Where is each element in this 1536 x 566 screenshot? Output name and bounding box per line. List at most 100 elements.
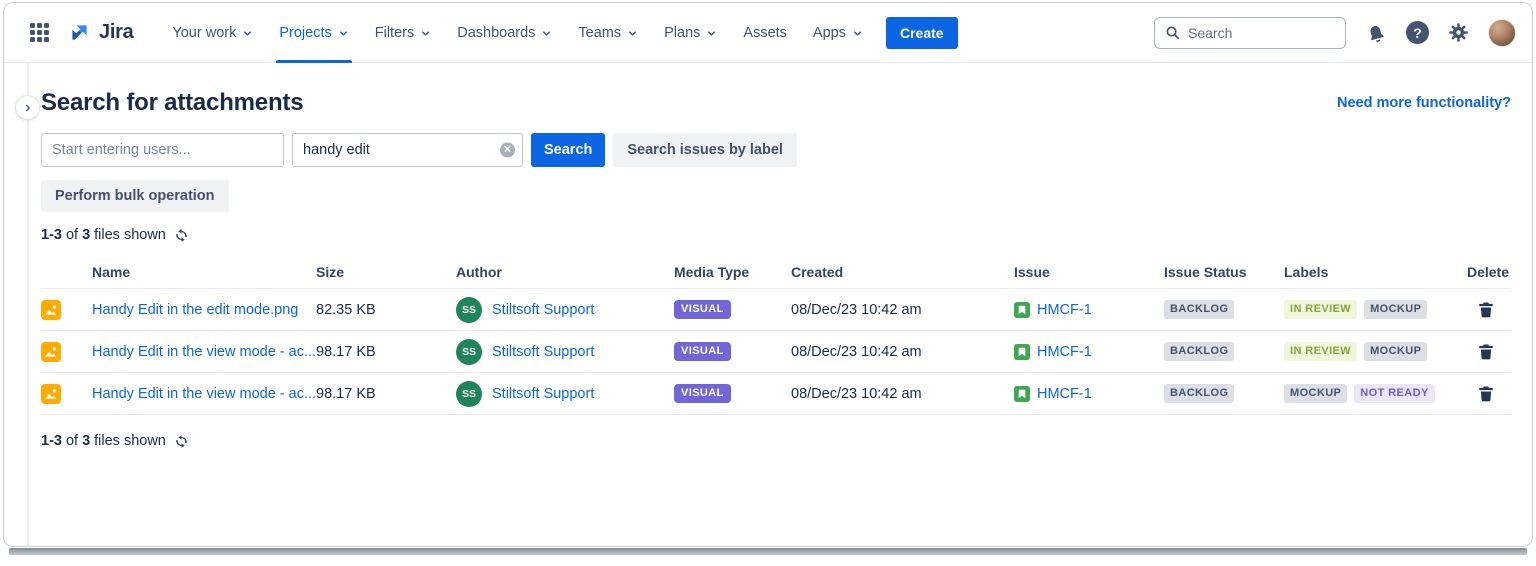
media-type-badge: VISUAL [674,384,731,403]
created-date: 08/Dec/23 10:42 am [791,301,922,318]
sidebar-divider [27,63,29,546]
jira-logo-text: Jira [99,21,134,43]
header-name: Name [92,263,131,280]
table-row: Handy Edit in the view mode - ac... 98.1… [41,373,1511,415]
file-name-link[interactable]: Handy Edit in the view mode - ac... [92,344,316,360]
created-date: 08/Dec/23 10:42 am [791,343,922,360]
chevron-down-icon [338,28,349,39]
issue-link[interactable]: HMCF-1 [1037,302,1092,318]
nav-item-teams[interactable]: Teams [565,3,651,63]
clear-input-icon[interactable]: ✕ [500,142,515,158]
user-avatar[interactable] [1488,18,1516,47]
create-button[interactable]: Create [885,16,958,49]
nav-item-apps[interactable]: Apps [800,3,876,63]
trash-icon [1479,302,1493,318]
page-title: Search for attachments [41,89,304,116]
issue-link[interactable]: HMCF-1 [1037,386,1092,402]
delete-button[interactable] [1475,298,1497,321]
file-size: 82.35 KB [316,301,376,318]
created-date: 08/Dec/23 10:42 am [791,385,922,402]
chevron-down-icon [242,28,253,39]
label-badge: MOCKUP [1364,300,1428,319]
help-icon[interactable]: ? [1406,21,1429,44]
results-count-bottom: 1-3 of 3 files shown [41,433,1511,449]
header-author: Author [456,263,502,280]
issue-link[interactable]: HMCF-1 [1037,344,1092,360]
users-filter-input[interactable] [41,133,284,167]
settings-gear-icon[interactable] [1448,22,1469,43]
file-size: 98.17 KB [316,343,376,360]
jira-logo[interactable]: Jira [67,20,134,45]
filter-bar: ✕ Search Search issues by label [41,133,1511,167]
header-issue-status: Issue Status [1164,263,1247,280]
file-name-link[interactable]: Handy Edit in the edit mode.png [92,302,298,318]
nav-item-filters[interactable]: Filters [362,3,444,63]
media-type-badge: VISUAL [674,342,731,361]
delete-button[interactable] [1475,382,1497,405]
file-size: 98.17 KB [316,385,376,402]
results-count-top: 1-3 of 3 files shown [41,227,1511,243]
app-switcher-icon[interactable] [30,23,49,42]
file-name-link[interactable]: Handy Edit in the view mode - ac... [92,386,316,402]
header-labels: Labels [1284,263,1329,280]
nav-item-projects[interactable]: Projects [266,3,361,63]
author-link[interactable]: Stiltsoft Support [492,344,594,360]
nav-item-assets[interactable]: Assets [730,3,800,63]
author-link[interactable]: Stiltsoft Support [492,302,594,318]
chevron-right-icon [23,103,33,113]
trash-icon [1479,344,1493,360]
author-avatar: SS [456,338,482,365]
chevron-down-icon [706,28,717,39]
file-type-image-icon [41,299,92,320]
main-content: Search for attachments Need more functio… [4,89,1532,449]
query-input[interactable] [292,133,523,167]
author-avatar: SS [456,380,482,407]
header-issue: Issue [1014,263,1050,280]
sidebar-expand-button[interactable] [15,95,40,120]
story-issue-icon [1014,301,1030,318]
global-search-input[interactable] [1188,24,1335,41]
jira-logo-icon [67,20,92,45]
refresh-icon[interactable] [174,228,189,243]
header-delete: Delete [1466,263,1509,280]
window-bottom-edge [9,548,1527,555]
notification-bell-icon[interactable] [1365,22,1387,44]
media-type-badge: VISUAL [674,300,731,319]
table-header-row: Name Size Author Media Type Created Issu… [41,255,1511,289]
refresh-icon[interactable] [174,434,189,449]
header-size: Size [316,263,345,280]
table-row: Handy Edit in the edit mode.png 82.35 KB… [41,289,1511,331]
file-type-image-icon [41,383,92,404]
trash-icon [1479,386,1493,402]
story-issue-icon [1014,343,1030,360]
label-badge: IN REVIEW [1284,342,1358,361]
file-type-image-icon [41,341,92,362]
nav-item-your-work[interactable]: Your work [159,3,266,63]
chevron-down-icon [627,28,638,39]
search-button[interactable]: Search [531,133,606,167]
author-avatar: SS [456,296,482,323]
nav-item-dashboards[interactable]: Dashboards [444,3,565,63]
browser-window: Jira Your work Projects Filters Dashboar… [3,2,1533,547]
nav-item-plans[interactable]: Plans [651,3,730,63]
label-badge: MOCKUP [1364,342,1428,361]
need-more-functionality-link[interactable]: Need more functionality? [1337,95,1511,111]
chevron-down-icon [541,28,552,39]
search-by-label-button[interactable]: Search issues by label [613,133,797,167]
header-created: Created [791,263,844,280]
header-media-type: Media Type [674,263,750,280]
chevron-down-icon [420,28,431,39]
bulk-operation-button[interactable]: Perform bulk operation [41,180,229,212]
attachments-table: Name Size Author Media Type Created Issu… [41,255,1511,415]
chevron-down-icon [852,28,863,39]
delete-button[interactable] [1475,340,1497,363]
global-search-box[interactable] [1154,16,1346,49]
issue-status-badge: BACKLOG [1164,342,1235,361]
label-badge: NOT READY [1354,384,1435,403]
issue-status-badge: BACKLOG [1164,300,1235,319]
story-issue-icon [1014,385,1030,402]
table-row: Handy Edit in the view mode - ac... 98.1… [41,331,1511,373]
author-link[interactable]: Stiltsoft Support [492,386,594,402]
label-badge: IN REVIEW [1284,300,1358,319]
label-badge: MOCKUP [1284,384,1348,403]
